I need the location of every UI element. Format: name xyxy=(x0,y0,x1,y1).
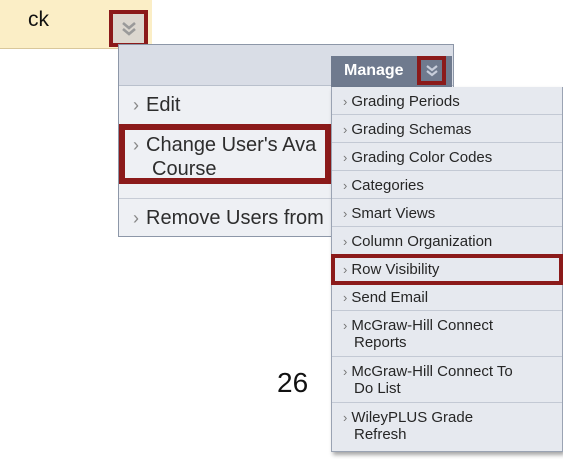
menu-item-label-line2: Refresh xyxy=(354,426,407,443)
manage-dropdown: › Grading Periods › Grading Schemas › Gradi… xyxy=(331,87,563,452)
menu-item-label: Grading Periods xyxy=(351,93,460,110)
double-chevron-down-icon xyxy=(121,21,136,36)
menu-item-label: Send Email xyxy=(351,289,429,306)
manage-title: Manage xyxy=(344,62,404,79)
menu-item-label: Column Organization xyxy=(351,233,493,250)
manage-menu-button[interactable] xyxy=(417,56,446,85)
arrow-icon: › xyxy=(133,95,139,115)
menu-item-categories[interactable]: › Categories xyxy=(332,171,562,199)
arrow-icon: › xyxy=(343,318,348,333)
menu-item-label-line2: Do List xyxy=(354,380,401,397)
arrow-icon: › xyxy=(343,150,348,165)
page-number: 26 xyxy=(277,367,309,398)
menu-item-label: Edit xyxy=(146,94,181,116)
arrow-icon: › xyxy=(343,206,348,221)
menu-item-label: WileyPLUS Grade xyxy=(351,409,474,426)
arrow-icon: › xyxy=(133,208,139,228)
menu-item-label: Remove Users from xyxy=(146,207,324,229)
menu-item-send-email[interactable]: › Send Email xyxy=(332,283,562,311)
menu-item-label: Grading Schemas xyxy=(351,121,472,138)
menu-item-mcgraw-hill-connect-reports[interactable]: › McGraw-Hill Connect Reports xyxy=(332,311,562,357)
arrow-icon: › xyxy=(343,234,348,249)
double-chevron-down-icon xyxy=(425,64,438,76)
menu-item-label: Row Visibility xyxy=(351,261,440,278)
menu-item-grading-color-codes[interactable]: › Grading Color Codes xyxy=(332,143,562,171)
menu-item-row-visibility[interactable]: › Row Visibility xyxy=(332,255,562,283)
menu-item-grading-periods[interactable]: › Grading Periods xyxy=(332,87,562,115)
arrow-icon: › xyxy=(343,122,348,137)
menu-item-wileyplus-grade-refresh[interactable]: › WileyPLUS Grade Refresh xyxy=(332,403,562,451)
menu-item-label: Change User's Ava xyxy=(146,134,317,156)
arrow-icon: › xyxy=(133,135,139,155)
menu-item-label: Grading Color Codes xyxy=(351,149,493,166)
arrow-icon: › xyxy=(343,364,348,379)
menu-item-column-organization[interactable]: › Column Organization xyxy=(332,227,562,255)
arrow-icon: › xyxy=(343,178,348,193)
header-text: ck xyxy=(28,8,49,31)
menu-item-label: Categories xyxy=(351,177,424,194)
options-menu-button[interactable] xyxy=(109,10,148,47)
arrow-icon: › xyxy=(343,94,348,109)
menu-item-label: Smart Views xyxy=(351,205,436,222)
menu-item-mcgraw-hill-connect-to-do-list[interactable]: › McGraw-Hill Connect To Do List xyxy=(332,357,562,403)
menu-item-label-line2: Reports xyxy=(354,334,407,351)
arrow-icon: › xyxy=(343,290,348,305)
arrow-icon: › xyxy=(343,262,348,277)
menu-item-label: McGraw-Hill Connect xyxy=(351,317,494,334)
arrow-icon: › xyxy=(343,410,348,425)
menu-item-label: McGraw-Hill Connect To xyxy=(351,363,513,380)
menu-item-smart-views[interactable]: › Smart Views xyxy=(332,199,562,227)
menu-item-grading-schemas[interactable]: › Grading Schemas xyxy=(332,115,562,143)
